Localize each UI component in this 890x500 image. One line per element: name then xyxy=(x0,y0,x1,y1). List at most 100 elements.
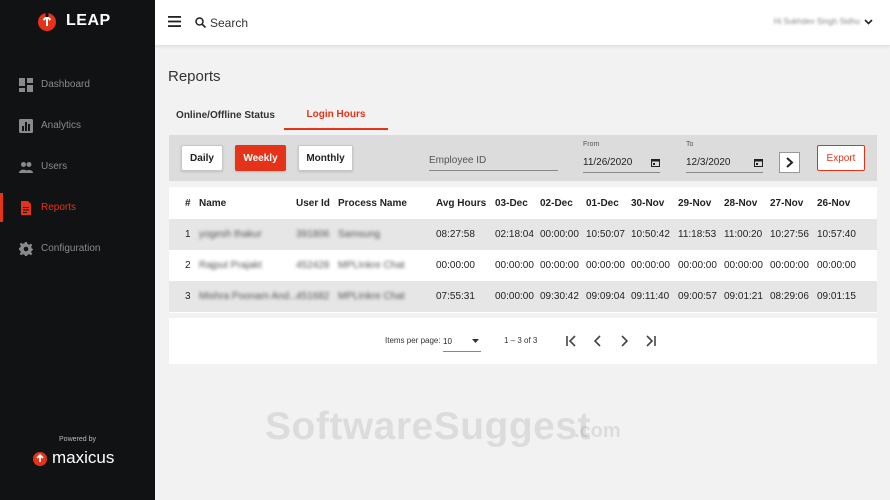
table-cell: yogesh thakur xyxy=(199,229,262,240)
to-date-field[interactable]: 12/3/2020 xyxy=(686,153,763,173)
table-cell: 10:57:40 xyxy=(817,229,856,240)
reports-icon xyxy=(21,200,31,215)
table-cell: 11:18:53 xyxy=(678,229,717,240)
items-per-page-label: Items per page: xyxy=(385,336,441,345)
watermark: SoftwareSuggest xyxy=(265,405,592,448)
table-cell: Samsung xyxy=(338,229,381,240)
from-label: From xyxy=(583,141,600,148)
table-cell: 391806 xyxy=(296,229,330,240)
dropdown-arrow-icon xyxy=(472,339,479,343)
table-cell: 09:09:04 xyxy=(586,291,625,302)
daily-button[interactable]: Daily xyxy=(181,145,223,171)
column-header[interactable]: 28-Nov xyxy=(724,198,757,209)
from-date-field[interactable]: 11/26/2020 xyxy=(583,153,660,173)
next-page-icon[interactable] xyxy=(617,334,631,348)
hamburger-menu-icon[interactable] xyxy=(168,16,181,27)
from-date-value: 11/26/2020 xyxy=(583,157,633,168)
table-cell: 09:11:40 xyxy=(631,291,670,302)
weekly-button[interactable]: Weekly xyxy=(235,145,286,171)
column-header[interactable]: 03-Dec xyxy=(495,198,528,209)
table-row[interactable]: 3 Mishra Poonam And... 451682 MPLInkre C… xyxy=(169,281,877,312)
filter-bar: Daily Weekly Monthly Employee ID From 11… xyxy=(169,135,877,181)
column-header: # xyxy=(185,198,191,209)
previous-page-icon[interactable] xyxy=(591,334,605,348)
powered-by-label: Powered by xyxy=(59,436,96,443)
sidebar-item-users[interactable]: Users xyxy=(0,146,155,187)
table-row[interactable]: 1 yogesh thakur 391806 Samsung 08:27:58 … xyxy=(169,219,877,250)
maxicus-logo-icon xyxy=(33,452,47,466)
monthly-button[interactable]: Monthly xyxy=(298,145,353,171)
login-hours-table: # Name User Id Process Name Avg Hours 03… xyxy=(169,187,877,313)
to-date-group: To 12/3/2020 xyxy=(686,141,763,173)
sidebar-nav: Dashboard Analytics Users Reports Config… xyxy=(0,64,155,269)
column-header[interactable]: Name xyxy=(199,198,226,209)
calendar-icon[interactable] xyxy=(651,158,660,167)
search-icon[interactable] xyxy=(195,17,206,28)
table-cell: 00:00:00 xyxy=(770,260,809,271)
table-cell: 00:00:00 xyxy=(631,260,670,271)
table-cell: 00:00:00 xyxy=(495,291,534,302)
table-cell: 451682 xyxy=(296,291,330,302)
leap-logo-icon xyxy=(38,13,56,31)
sidebar: LEAP Dashboard Analytics Users Reports C… xyxy=(0,0,155,500)
search-input[interactable]: Search xyxy=(210,16,248,30)
table-cell: 09:00:57 xyxy=(678,291,717,302)
sidebar-item-configuration[interactable]: Configuration xyxy=(0,228,155,269)
table-cell: 00:00:00 xyxy=(586,260,625,271)
column-header[interactable]: User Id xyxy=(296,198,330,209)
column-header[interactable]: 27-Nov xyxy=(770,198,803,209)
export-button[interactable]: Export xyxy=(817,145,865,171)
first-page-icon[interactable] xyxy=(565,334,579,348)
table-cell: 09:01:15 xyxy=(817,291,856,302)
top-bar: Search Hi Sukhdev Singh Sidhu xyxy=(155,0,890,46)
column-header[interactable]: Avg Hours xyxy=(436,198,486,209)
column-header[interactable]: 26-Nov xyxy=(817,198,850,209)
employee-id-field[interactable]: Employee ID xyxy=(429,151,558,171)
user-greeting[interactable]: Hi Sukhdev Singh Sidhu xyxy=(774,17,860,26)
table-cell: Mishra Poonam And... xyxy=(199,291,298,302)
column-header[interactable]: 29-Nov xyxy=(678,198,711,209)
table-row[interactable]: 2 Rajput Prajakt 452428 MPLInkre Chat 00… xyxy=(169,250,877,281)
table-cell: 08:29:06 xyxy=(770,291,809,302)
sidebar-item-label: Reports xyxy=(41,202,77,213)
company-name: maxicus xyxy=(52,448,115,467)
table-cell: 07:55:31 xyxy=(436,291,475,302)
table-cell: 11:00:20 xyxy=(724,229,763,240)
last-page-icon[interactable] xyxy=(643,334,657,348)
app-name: LEAP xyxy=(66,12,111,29)
table-cell: 3 xyxy=(185,291,191,302)
items-per-page-select[interactable]: 10 xyxy=(443,330,481,352)
calendar-icon[interactable] xyxy=(754,158,763,167)
column-header[interactable]: 01-Dec xyxy=(586,198,619,209)
table-cell: Rajput Prajakt xyxy=(199,260,262,271)
table-cell: 10:50:07 xyxy=(586,229,625,240)
table-cell: 00:00:00 xyxy=(678,260,717,271)
table-cell: MPLInkre Chat xyxy=(338,260,405,271)
table-cell: 1 xyxy=(185,229,191,240)
chevron-down-icon[interactable] xyxy=(864,19,873,25)
table-cell: 2 xyxy=(185,260,191,271)
sidebar-item-label: Analytics xyxy=(41,120,82,131)
table-cell: 02:18:04 xyxy=(495,229,534,240)
leap-logo[interactable]: LEAP xyxy=(36,10,111,32)
from-date-group: From 11/26/2020 xyxy=(583,141,660,173)
page-range-label: 1 – 3 of 3 xyxy=(504,336,538,345)
sidebar-item-analytics[interactable]: Analytics xyxy=(0,105,155,146)
to-label: To xyxy=(686,141,694,148)
next-period-button[interactable] xyxy=(779,152,800,173)
table-cell: 00:00:00 xyxy=(724,260,763,271)
column-header[interactable]: 02-Dec xyxy=(540,198,573,209)
sidebar-item-label: Dashboard xyxy=(41,79,90,90)
sidebar-item-reports[interactable]: Reports xyxy=(0,187,155,228)
tab-online-offline-status[interactable]: Online/Offline Status xyxy=(168,100,283,130)
column-header[interactable]: Process Name xyxy=(338,198,407,209)
sidebar-item-label: Configuration xyxy=(41,243,101,254)
analytics-icon xyxy=(19,118,33,133)
column-header[interactable]: 30-Nov xyxy=(631,198,664,209)
sidebar-item-label: Users xyxy=(41,161,68,172)
chevron-right-icon xyxy=(786,157,794,168)
sidebar-item-dashboard[interactable]: Dashboard xyxy=(0,64,155,105)
tab-login-hours[interactable]: Login Hours xyxy=(284,100,388,130)
page-title: Reports xyxy=(168,68,221,85)
table-cell: 10:27:56 xyxy=(770,229,809,240)
